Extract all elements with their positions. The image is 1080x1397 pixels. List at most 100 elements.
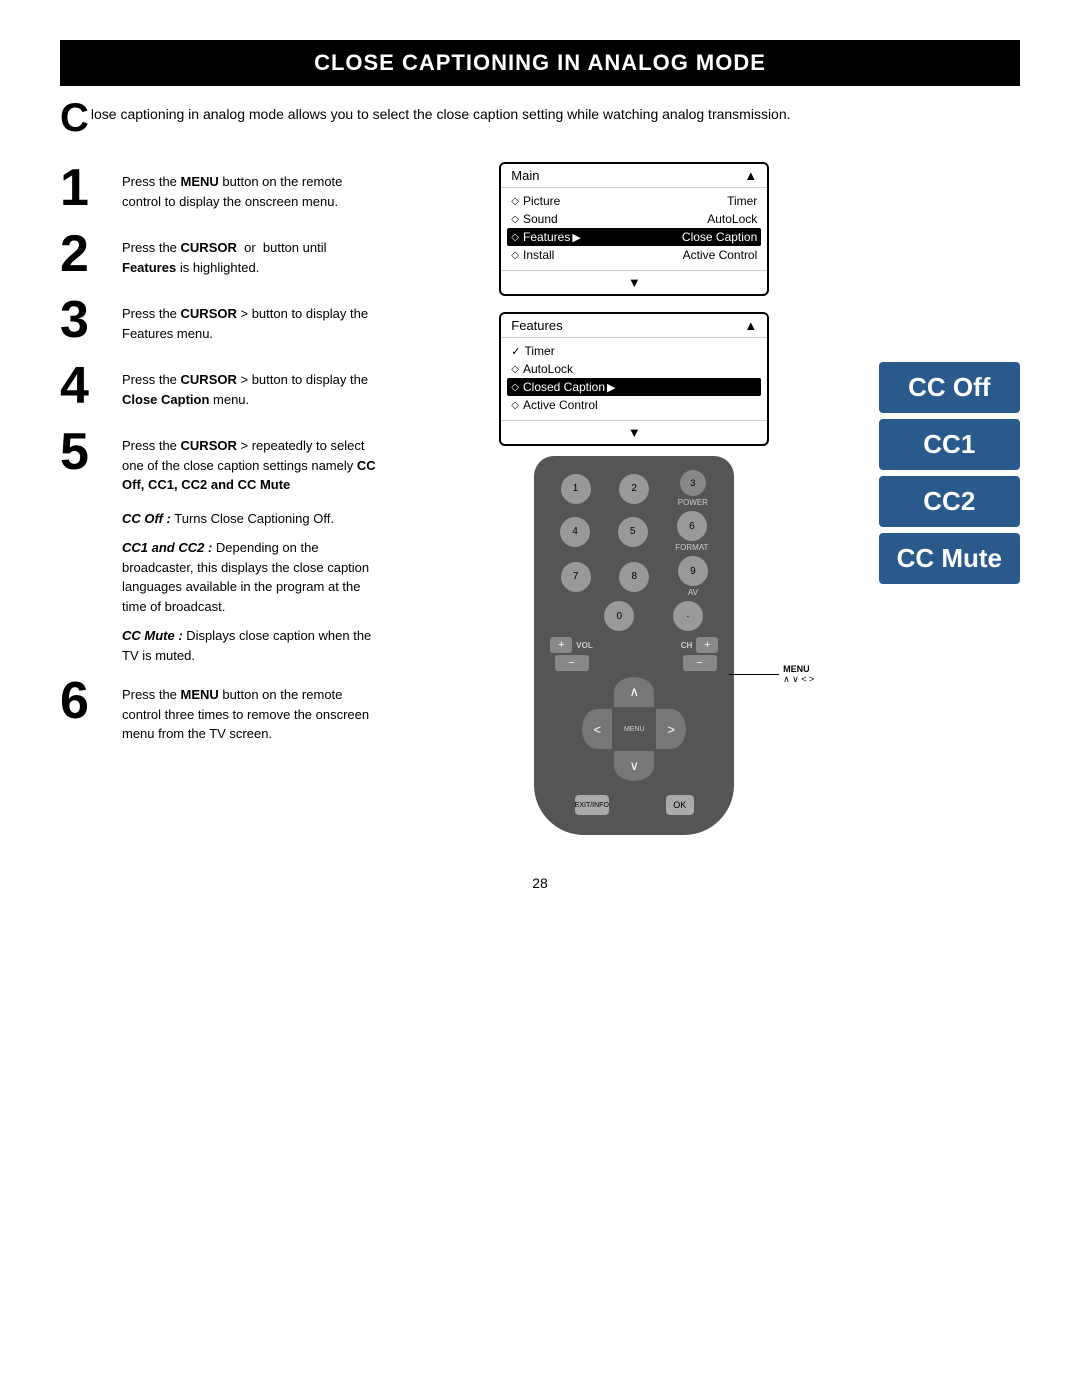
nav-left-btn[interactable]: < [582, 709, 612, 749]
menu-item-close-caption: Close Caption [682, 230, 757, 244]
main-menu-panel: Main ▲ ◇Picture Timer [499, 162, 769, 296]
nav-cross: ∧ < MENU > ∨ [582, 677, 686, 781]
cc2-box: CC2 [879, 476, 1020, 527]
menu-item-sound: ◇Sound [511, 212, 557, 226]
step-3-text: Press the CURSOR > button to display the… [122, 294, 380, 343]
format-label: FORMAT [675, 543, 708, 552]
nav-up-btn[interactable]: ∧ [614, 677, 654, 707]
right-column: Main ▲ ◇Picture Timer [400, 162, 1020, 835]
remote-row-2: 4 5 6 FORMAT [546, 511, 722, 552]
step-2: 2 Press the CURSOR or button until Featu… [60, 228, 380, 280]
step-4: 4 Press the CURSOR > button to display t… [60, 360, 380, 412]
menu-row-timer: ✓Timer [511, 342, 757, 360]
nav-empty-bl [582, 751, 612, 781]
vol-plus-btn[interactable]: + [550, 637, 572, 653]
remote-btn-5[interactable]: 5 [618, 517, 648, 547]
cc-arrow: ▶ [607, 381, 615, 394]
menu-footer-main: ▼ [501, 270, 767, 294]
menu-header-arrow-up: ▲ [744, 168, 757, 183]
menu-row-install: ◇Install Active Control [511, 246, 757, 264]
step-3: 3 Press the CURSOR > button to display t… [60, 294, 380, 346]
menu-row-closed-caption: ◇Closed Caption▶ [507, 378, 761, 396]
remote-btn-6[interactable]: 6 [677, 511, 707, 541]
right-with-cc: Main ▲ ◇Picture Timer [400, 162, 1020, 835]
remote-btn-8[interactable]: 8 [619, 562, 649, 592]
cc-mute-box: CC Mute [879, 533, 1020, 584]
menu-item-timer: Timer [727, 194, 757, 208]
remote-btn-9[interactable]: 9 [678, 556, 708, 586]
features-header-arrow: ▲ [744, 318, 757, 333]
remote-row-1: 1 2 3 POWER [546, 470, 722, 507]
menu-item-active-control: Active Control [683, 248, 758, 262]
diamond-icon-3: ◇ [511, 232, 519, 243]
remote-row-3: 7 8 9 AV [546, 556, 722, 597]
step-6-number: 6 [60, 675, 110, 727]
menu-item-active-control-feat: ◇Active Control [511, 398, 597, 412]
remote-btn-1[interactable]: 1 [561, 474, 591, 504]
menus-remote-col: Main ▲ ◇Picture Timer [400, 162, 869, 835]
step-4-number: 4 [60, 360, 110, 412]
diamond-icon-5: ◇ [511, 364, 519, 375]
intro-paragraph: C lose captioning in analog mode allows … [60, 104, 1020, 138]
step-2-text: Press the CURSOR or button until Feature… [122, 228, 380, 277]
remote-row-0: 0 · [546, 601, 722, 631]
power-label: POWER [678, 498, 708, 507]
exit-info-btn[interactable]: EXIT/INFO [575, 795, 609, 815]
menu-item-timer-feat: ✓Timer [511, 344, 554, 358]
ch-block: CH + − [681, 637, 719, 671]
remote-btn-4[interactable]: 4 [560, 517, 590, 547]
check-icon: ✓ [511, 345, 520, 358]
step-5-text: Press the CURSOR > repeatedly to select … [122, 426, 380, 495]
features-menu-panel: Features ▲ ✓Timer ◇AutoLock [499, 312, 769, 446]
diamond-icon: ◇ [511, 196, 519, 207]
menu-row-active-control: ◇Active Control [511, 396, 757, 414]
remote-btn-2[interactable]: 2 [619, 474, 649, 504]
step-6-text: Press the MENU button on the remote cont… [122, 675, 380, 744]
vol-label: VOL [576, 641, 592, 650]
step-6: 6 Press the MENU button on the remote co… [60, 675, 380, 744]
menu-header-main: Main ▲ [501, 164, 767, 188]
remote-btn-dot[interactable]: · [673, 601, 703, 631]
menu-row-autolock: ◇AutoLock [511, 360, 757, 378]
remote-control: 1 2 3 POWER [534, 456, 734, 835]
nav-down-btn[interactable]: ∨ [614, 751, 654, 781]
menu-item-install: ◇Install [511, 248, 554, 262]
ch-minus-btn[interactable]: − [683, 655, 717, 671]
cc-sidebar: CC Off CC1 CC2 CC Mute [879, 162, 1020, 584]
vol-minus-btn[interactable]: − [555, 655, 589, 671]
remote-btn-0[interactable]: 0 [604, 601, 634, 631]
menu-body-features: ✓Timer ◇AutoLock ◇Closed Caption▶ [501, 338, 767, 420]
diamond-icon-4: ◇ [511, 250, 519, 261]
menu-header-features: Features ▲ [501, 314, 767, 338]
remote-btn-7[interactable]: 7 [561, 562, 591, 592]
features-header-title: Features [511, 318, 562, 333]
cc-off-desc: CC Off : Turns Close Captioning Off. [122, 509, 380, 529]
step-4-text: Press the CURSOR > button to display the… [122, 360, 380, 409]
ok-btn[interactable]: OK [666, 795, 694, 815]
cc1-cc2-desc: CC1 and CC2 : Depending on the broadcast… [122, 538, 380, 616]
menu-body-main: ◇Picture Timer ◇Sound AutoLock [501, 188, 767, 270]
diamond-icon-6: ◇ [511, 382, 519, 393]
nav-menu-btn[interactable]: MENU [614, 709, 654, 749]
remote-btn-3[interactable]: 3 [680, 470, 706, 496]
menu-callout-label: MENU [783, 664, 814, 674]
features-arrow: ▶ [572, 231, 580, 244]
remote-container: 1 2 3 POWER [534, 456, 734, 835]
ch-label: CH [681, 641, 693, 650]
nav-right-btn[interactable]: > [656, 709, 686, 749]
menu-row-picture: ◇Picture Timer [511, 192, 757, 210]
step-2-number: 2 [60, 228, 110, 280]
menu-row-features: ◇Features▶ Close Caption [507, 228, 761, 246]
intro-letter: C [60, 98, 89, 138]
menu-item-features: ◇Features▶ [511, 230, 581, 244]
diamond-icon-2: ◇ [511, 214, 519, 225]
page: CLOSE CAPTIONING IN ANALOG MODE C lose c… [0, 0, 1080, 1397]
ch-plus-btn[interactable]: + [696, 637, 718, 653]
menu-callout: MENU ∧ ∨ < > [729, 664, 814, 685]
steps-column: 1 Press the MENU button on the remote co… [60, 162, 380, 835]
intro-text: lose captioning in analog mode allows yo… [91, 104, 791, 125]
remote-bottom-row: EXIT/INFO OK [546, 795, 722, 815]
av-label: AV [678, 588, 708, 597]
menu-item-picture: ◇Picture [511, 194, 560, 208]
page-title: CLOSE CAPTIONING IN ANALOG MODE [60, 40, 1020, 86]
